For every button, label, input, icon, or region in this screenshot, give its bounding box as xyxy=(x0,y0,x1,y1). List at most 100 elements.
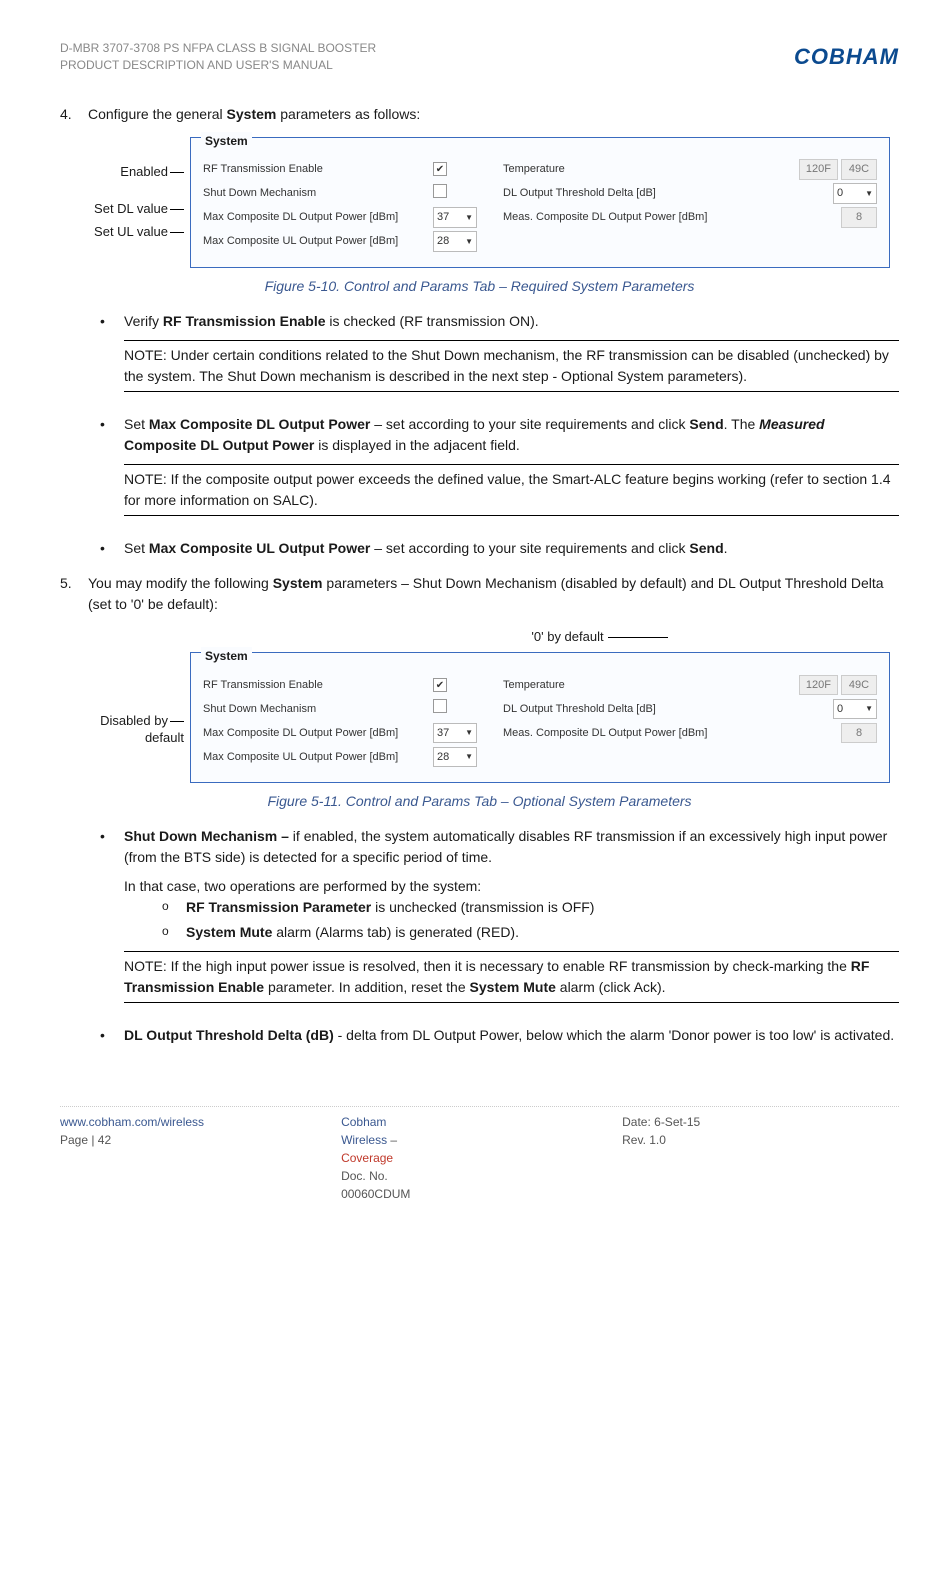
label-max-ul: Max Composite UL Output Power [dBm] xyxy=(203,749,433,766)
header-title: D-MBR 3707-3708 PS NFPA CLASS B SIGNAL B… xyxy=(60,40,376,74)
page-footer: www.cobham.com/wireless Page | 42 Cobham… xyxy=(60,1106,899,1203)
text: . The xyxy=(724,416,760,432)
label-shutdown: Shut Down Mechanism xyxy=(203,185,433,202)
text: – set according to your site requirement… xyxy=(370,540,689,556)
text: - delta from DL Output Power, below whic… xyxy=(334,1027,894,1043)
footer-middle: Cobham Wireless – Coverage Doc. No. 0006… xyxy=(341,1113,618,1203)
bullet-shutdown-mech: • Shut Down Mechanism – if enabled, the … xyxy=(100,826,899,1011)
select-dl-threshold[interactable]: 0▼ xyxy=(833,699,877,720)
text: . xyxy=(724,540,728,556)
text: Cobham Wireless xyxy=(341,1115,387,1147)
brand-logo: COBHAM xyxy=(794,40,899,73)
value-meas-dl: 8 xyxy=(841,207,877,228)
step-body: You may modify the following System para… xyxy=(88,573,899,615)
text-bold: Shut Down Mechanism – xyxy=(124,828,289,844)
bullet-list-step4: • Verify RF Transmission Enable is check… xyxy=(60,311,899,559)
annotation-disabled-default-2: default xyxy=(60,730,184,747)
fieldset-legend: System xyxy=(201,647,252,665)
select-max-dl[interactable]: 37▼ xyxy=(433,723,477,744)
text-bold: DL Output Threshold Delta (dB) xyxy=(124,1027,334,1043)
select-max-ul[interactable]: 28▼ xyxy=(433,231,477,252)
text-bold: System xyxy=(227,106,277,122)
value-meas-dl: 8 xyxy=(841,723,877,744)
header-line1: D-MBR 3707-3708 PS NFPA CLASS B SIGNAL B… xyxy=(60,40,376,57)
fieldset-legend: System xyxy=(201,132,252,150)
note-high-input-power: NOTE: If the high input power issue is r… xyxy=(124,951,899,1003)
system-panel-figure-1: Enabled Set DL value Set UL value System… xyxy=(60,137,899,268)
annotation-left-column: Enabled Set DL value Set UL value xyxy=(60,158,190,247)
step-number: 4. xyxy=(60,104,88,125)
select-max-dl[interactable]: 37▼ xyxy=(433,207,477,228)
note-smart-alc: NOTE: If the composite output power exce… xyxy=(124,464,899,516)
bullet-max-dl: • Set Max Composite DL Output Power – se… xyxy=(100,414,899,524)
bullet-icon: • xyxy=(100,414,124,524)
step-number: 5. xyxy=(60,573,88,615)
text: Verify xyxy=(124,313,163,329)
text-bold: RF Transmission Enable xyxy=(163,313,326,329)
text-bold: Max Composite UL Output Power xyxy=(149,540,370,556)
label-dl-threshold: DL Output Threshold Delta [dB] xyxy=(503,185,723,202)
header-line2: PRODUCT DESCRIPTION AND USER'S MANUAL xyxy=(60,57,376,74)
chevron-down-icon: ▼ xyxy=(465,212,473,224)
text: You may modify the following xyxy=(88,575,273,591)
text-bold: RF Transmission Parameter xyxy=(186,899,371,915)
value-temp-c: 49C xyxy=(841,675,877,696)
step-body: Configure the general System parameters … xyxy=(88,104,899,125)
chevron-down-icon: ▼ xyxy=(865,188,873,200)
figure-caption-1: Figure 5-10. Control and Params Tab – Re… xyxy=(60,276,899,297)
bullet-max-ul: • Set Max Composite UL Output Power – se… xyxy=(100,538,899,559)
checkbox-shutdown[interactable] xyxy=(433,184,447,198)
footer-left: www.cobham.com/wireless Page | 42 xyxy=(60,1113,337,1203)
label-temperature: Temperature xyxy=(503,161,723,178)
text: NOTE: If the high input power issue is r… xyxy=(124,958,851,974)
footer-page: Page | 42 xyxy=(60,1131,151,1149)
label-meas-dl: Meas. Composite DL Output Power [dBm] xyxy=(503,725,723,742)
checkbox-shutdown[interactable] xyxy=(433,699,447,713)
chevron-down-icon: ▼ xyxy=(465,751,473,763)
label-rf-enable: RF Transmission Enable xyxy=(203,677,433,694)
text-bold: System Mute xyxy=(186,924,272,940)
text-bold: System xyxy=(273,575,323,591)
footer-doc: Doc. No. 00060CDUM xyxy=(341,1167,432,1203)
step-4: 4. Configure the general System paramete… xyxy=(60,104,899,125)
annotation-disabled-default: Disabled by xyxy=(60,713,184,730)
text-bold: Composite DL Output Power xyxy=(124,437,314,453)
text-bold: Send xyxy=(689,540,723,556)
bullet-icon: • xyxy=(100,826,124,1011)
footer-rev: Rev. 1.0 xyxy=(622,1131,713,1149)
value-temp-c: 49C xyxy=(841,159,877,180)
value-temp-f: 120F xyxy=(799,675,838,696)
annotation-top-zero-default: '0' by default xyxy=(60,627,899,647)
label-max-dl: Max Composite DL Output Power [dBm] xyxy=(203,725,433,742)
chevron-down-icon: ▼ xyxy=(465,727,473,739)
text: is displayed in the adjacent field. xyxy=(314,437,519,453)
annotation-set-ul: Set UL value xyxy=(60,224,184,241)
text: – set according to your site requirement… xyxy=(370,416,689,432)
select-dl-threshold[interactable]: 0▼ xyxy=(833,183,877,204)
sub-item-rf-param: o RF Transmission Parameter is unchecked… xyxy=(162,897,899,918)
sub-item-system-mute: o System Mute alarm (Alarms tab) is gene… xyxy=(162,922,899,943)
select-max-ul[interactable]: 28▼ xyxy=(433,747,477,768)
step-5: 5. You may modify the following System p… xyxy=(60,573,899,615)
text: Set xyxy=(124,416,149,432)
text-bold: Max Composite DL Output Power xyxy=(149,416,370,432)
text: alarm (click Ack). xyxy=(556,979,666,995)
label-dl-threshold: DL Output Threshold Delta [dB] xyxy=(503,701,723,718)
checkbox-rf-enable[interactable]: ✔ xyxy=(433,678,447,692)
text: is unchecked (transmission is OFF) xyxy=(371,899,594,915)
bullet-dl-output-threshold: • DL Output Threshold Delta (dB) - delta… xyxy=(100,1025,899,1046)
text: is checked (RF transmission ON). xyxy=(326,313,539,329)
value-temp-f: 120F xyxy=(799,159,838,180)
sub-list: o RF Transmission Parameter is unchecked… xyxy=(124,897,899,943)
label-temperature: Temperature xyxy=(503,677,723,694)
checkbox-rf-enable[interactable]: ✔ xyxy=(433,162,447,176)
text: parameter. In addition, reset the xyxy=(264,979,469,995)
label-meas-dl: Meas. Composite DL Output Power [dBm] xyxy=(503,209,723,226)
footer-url: www.cobham.com/wireless xyxy=(60,1113,151,1131)
footer-date: Date: 6-Set-15 xyxy=(622,1113,713,1131)
text-bold-italic: Measured xyxy=(759,416,824,432)
text: alarm (Alarms tab) is generated (RED). xyxy=(272,924,519,940)
bullet-verify-rf: • Verify RF Transmission Enable is check… xyxy=(100,311,899,400)
footer-right: Date: 6-Set-15 Rev. 1.0 xyxy=(622,1113,899,1203)
bullet-icon: • xyxy=(100,1025,124,1046)
